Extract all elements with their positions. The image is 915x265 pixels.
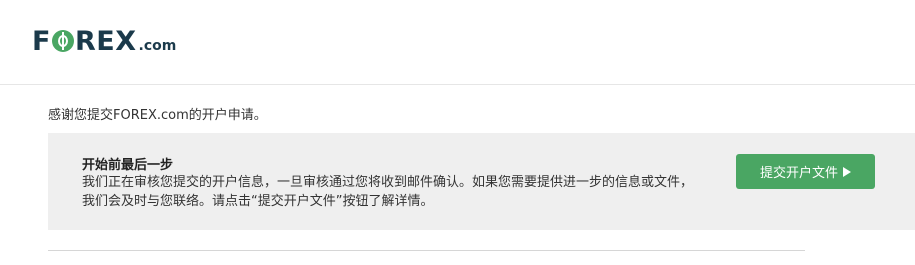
thanks-message: 感谢您提交FOREX.com的开户申请。 bbox=[48, 108, 267, 123]
panel-body-line: 我们会及时与您联络。请点击“提交开户文件”按钮了解详情。 bbox=[82, 194, 434, 209]
site-header: F REX .com bbox=[0, 0, 915, 85]
submit-button-label: 提交开户文件 bbox=[759, 166, 838, 181]
currency-circle-icon bbox=[51, 30, 74, 52]
play-triangle-icon bbox=[843, 166, 851, 177]
panel-body: 我们正在审核您提交的开户信息，一旦审核通过您将收到邮件确认。如果您需要提供进一步… bbox=[82, 173, 702, 211]
submit-documents-button[interactable]: 提交开户文件 bbox=[736, 154, 875, 189]
next-step-panel: 开始前最后一步 我们正在审核您提交的开户信息，一旦审核通过您将收到邮件确认。如果… bbox=[48, 133, 915, 230]
logo-text-f: F bbox=[32, 26, 51, 57]
panel-body-line: 我们正在审核您提交的开户信息，一旦审核通过您将收到邮件确认。如果您需要提供进一步… bbox=[82, 175, 694, 190]
logo-suffix: .com bbox=[138, 38, 177, 54]
logo-text-rex: REX bbox=[74, 26, 137, 57]
forex-logo[interactable]: F REX .com bbox=[32, 26, 176, 57]
panel-title: 开始前最后一步 bbox=[82, 158, 174, 173]
divider bbox=[48, 250, 805, 251]
